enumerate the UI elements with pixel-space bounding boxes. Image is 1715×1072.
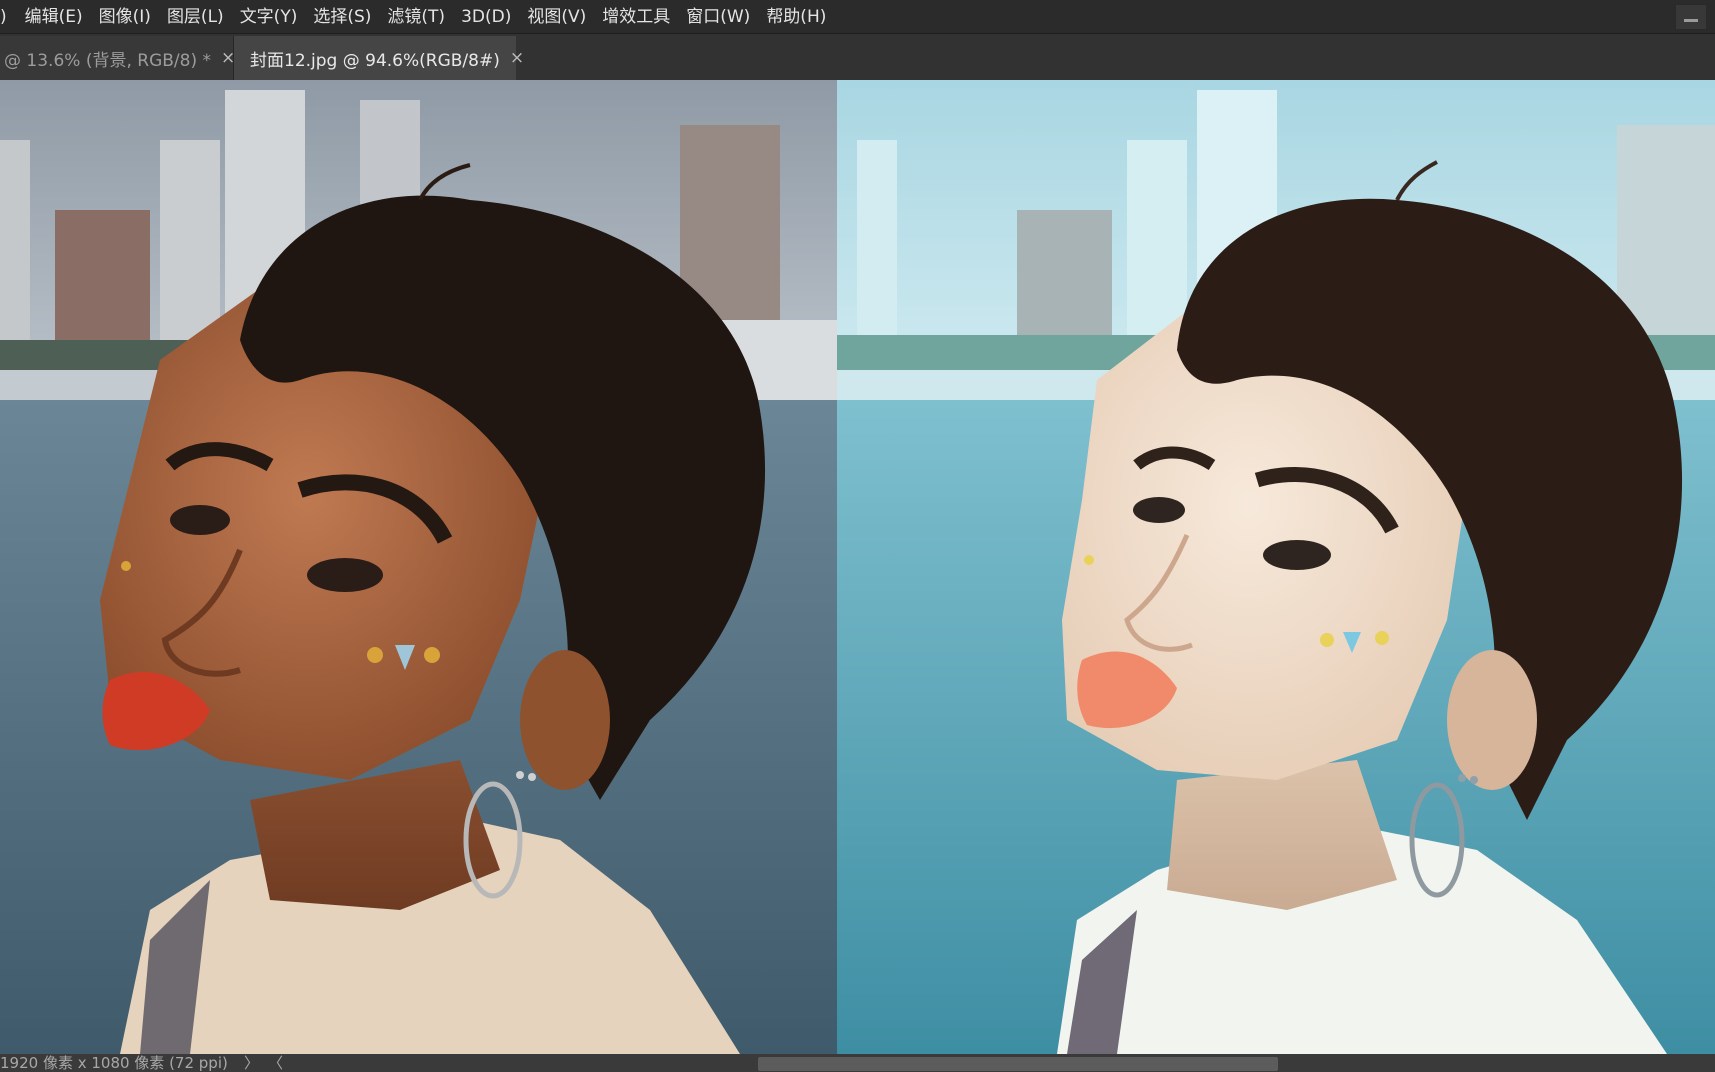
- menu-item-file-fragment[interactable]: ): [0, 0, 17, 34]
- minimize-button[interactable]: [1675, 4, 1707, 30]
- menu-bar: ) 编辑(E) 图像(I) 图层(L) 文字(Y) 选择(S) 滤镜(T) 3D…: [0, 0, 1715, 34]
- menu-item-filter[interactable]: 滤镜(T): [379, 0, 453, 34]
- window-controls: [1673, 0, 1707, 34]
- photo-after: [837, 80, 1715, 1054]
- tab-label: 封面12.jpg @ 94.6%(RGB/8#): [250, 50, 500, 71]
- menu-item-plugins[interactable]: 增效工具: [594, 0, 678, 34]
- minimize-icon: [1684, 18, 1698, 22]
- tab-document-background[interactable]: @ 13.6% (背景, RGB/8) * ×: [0, 36, 235, 80]
- tab-document-cover12[interactable]: 封面12.jpg @ 94.6%(RGB/8#) ×: [234, 36, 524, 80]
- menu-item-view[interactable]: 视图(V): [519, 0, 594, 34]
- menu-item-3d[interactable]: 3D(D): [453, 0, 519, 34]
- menu-item-type[interactable]: 文字(Y): [232, 0, 306, 34]
- close-icon[interactable]: ×: [500, 48, 524, 68]
- menu-item-layer[interactable]: 图层(L): [159, 0, 232, 34]
- menu-item-select[interactable]: 选择(S): [305, 0, 379, 34]
- menu-item-image[interactable]: 图像(I): [91, 0, 159, 34]
- status-bar: 1920 像素 x 1080 像素 (72 ppi) 〉 〈: [0, 1054, 1715, 1072]
- document-tab-bar: @ 13.6% (背景, RGB/8) * × 封面12.jpg @ 94.6%…: [0, 34, 1715, 80]
- menu-item-window[interactable]: 窗口(W): [678, 0, 758, 34]
- document-canvas[interactable]: [0, 80, 1715, 1054]
- close-icon[interactable]: ×: [211, 48, 235, 68]
- horizontal-scrollbar[interactable]: [758, 1057, 1278, 1071]
- document-info: 1920 像素 x 1080 像素 (72 ppi): [0, 1054, 228, 1072]
- photo-before: [0, 80, 837, 1054]
- chevron-right-icon[interactable]: 〉: [244, 1054, 259, 1072]
- tab-label: @ 13.6% (背景, RGB/8) *: [4, 50, 211, 71]
- menu-item-edit[interactable]: 编辑(E): [17, 0, 91, 34]
- menu-item-help[interactable]: 帮助(H): [758, 0, 834, 34]
- chevron-left-icon[interactable]: 〈: [268, 1054, 283, 1072]
